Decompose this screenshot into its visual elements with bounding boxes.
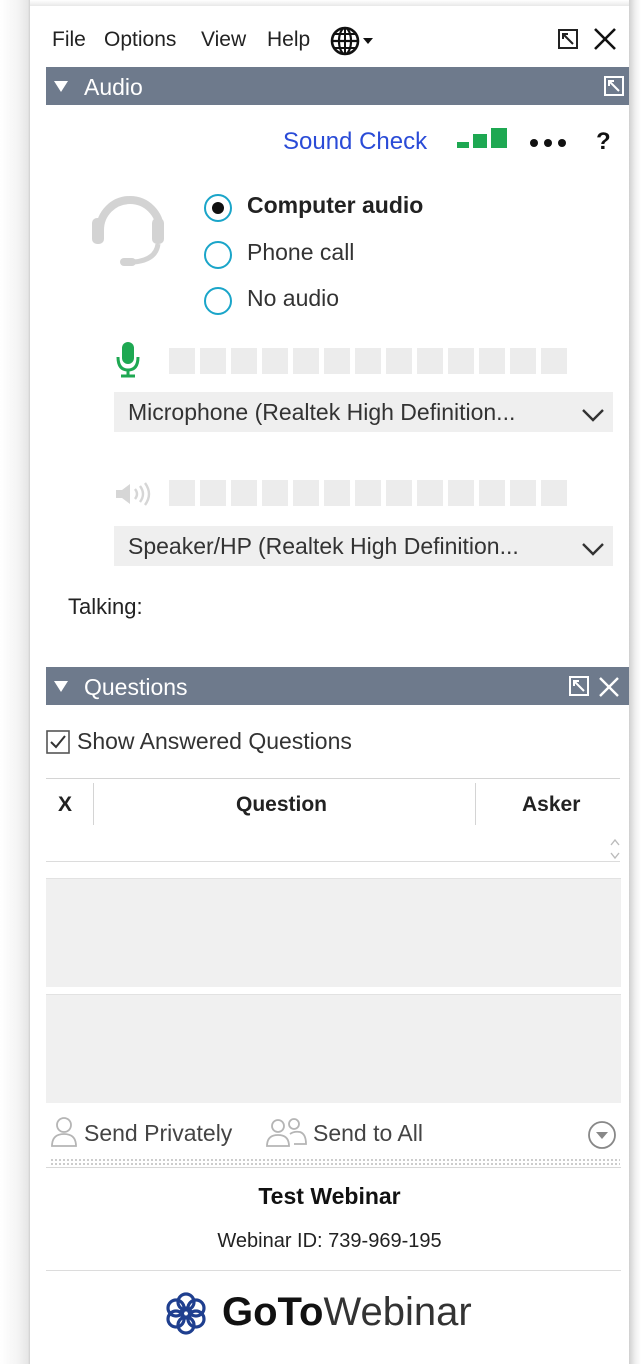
close-icon[interactable]	[592, 26, 618, 57]
radio-button[interactable]	[204, 194, 232, 222]
webinar-title: Test Webinar	[258, 1183, 401, 1209]
radio-label: Phone call	[247, 239, 355, 265]
group-icon	[264, 1116, 308, 1153]
speaker-icon	[114, 482, 152, 511]
shadow-right	[629, 0, 641, 1364]
menu-options[interactable]: Options	[104, 28, 176, 52]
questions-title: Questions	[84, 674, 188, 700]
gotowebinar-panel: File Options View Help Audio Sound Check…	[30, 6, 629, 1364]
talking-label: Talking:	[68, 594, 143, 619]
window-frame: File Options View Help Audio Sound Check…	[0, 0, 641, 1364]
speaker-select-value: Speaker/HP (Realtek High Definition...	[128, 533, 519, 559]
questions-list[interactable]	[46, 829, 620, 862]
gotowebinar-logo-icon	[163, 1290, 209, 1341]
shadow-left	[0, 0, 30, 1364]
close-icon[interactable]	[598, 676, 620, 703]
microphone-select[interactable]: Microphone (Realtek High Definition...	[114, 392, 613, 432]
show-answered-checkbox[interactable]	[46, 730, 70, 759]
chevron-down-icon	[581, 402, 605, 429]
answer-input-area[interactable]	[46, 994, 621, 1103]
signal-strength-icon	[457, 128, 513, 157]
webinar-id: Webinar ID: 739-969-195	[217, 1230, 442, 1252]
divider	[46, 1270, 621, 1271]
resize-grip[interactable]	[50, 1158, 620, 1166]
speaker-select[interactable]: Speaker/HP (Realtek High Definition...	[114, 526, 613, 566]
person-icon	[50, 1116, 78, 1153]
gotowebinar-logo-text: GoToWebinar	[222, 1290, 472, 1335]
globe-icon	[330, 26, 373, 56]
chevron-down-circle-icon[interactable]	[587, 1120, 617, 1155]
collapse-triangle-icon[interactable]	[54, 681, 68, 692]
questions-table-header: X Question Asker	[46, 778, 620, 830]
radio-button[interactable]	[204, 241, 232, 269]
send-privately-button[interactable]: Send Privately	[84, 1120, 232, 1147]
sound-check-link[interactable]: Sound Check	[283, 128, 427, 156]
microphone-level-meter	[169, 348, 567, 374]
send-to-all-button[interactable]: Send to All	[313, 1120, 423, 1147]
scroll-arrows-icon[interactable]	[609, 836, 621, 867]
radio-button[interactable]	[204, 287, 232, 315]
more-options-icon[interactable]	[528, 136, 570, 154]
microphone-select-value: Microphone (Realtek High Definition...	[128, 399, 516, 425]
popout-icon[interactable]	[568, 675, 590, 702]
divider	[46, 1167, 621, 1168]
questions-section-header[interactable]: Questions	[46, 667, 629, 705]
brand-webinar: Webinar	[323, 1290, 472, 1334]
column-divider[interactable]	[475, 783, 476, 825]
chevron-down-icon	[581, 536, 605, 563]
speaker-level-meter	[169, 480, 567, 506]
column-header-x[interactable]: X	[58, 793, 72, 817]
menu-file[interactable]: File	[52, 28, 86, 52]
microphone-icon	[116, 342, 140, 383]
audio-section-header[interactable]: Audio	[46, 67, 629, 105]
radio-label: No audio	[247, 285, 340, 311]
popout-icon[interactable]	[557, 28, 579, 55]
collapse-triangle-icon[interactable]	[54, 81, 68, 92]
menu-help[interactable]: Help	[267, 28, 310, 52]
question-detail-area	[46, 878, 621, 987]
column-divider[interactable]	[93, 783, 94, 825]
language-menu-button[interactable]	[330, 24, 378, 58]
audio-title: Audio	[84, 74, 143, 100]
menu-view[interactable]: View	[201, 28, 246, 52]
brand-goto: GoTo	[222, 1290, 324, 1334]
radio-label: Computer audio	[247, 192, 424, 218]
help-icon[interactable]: ?	[596, 128, 611, 156]
popout-icon[interactable]	[603, 75, 625, 102]
column-header-question[interactable]: Question	[236, 793, 327, 817]
column-header-asker[interactable]: Asker	[522, 793, 580, 817]
headset-icon	[90, 186, 170, 273]
show-answered-label: Show Answered Questions	[77, 728, 352, 754]
